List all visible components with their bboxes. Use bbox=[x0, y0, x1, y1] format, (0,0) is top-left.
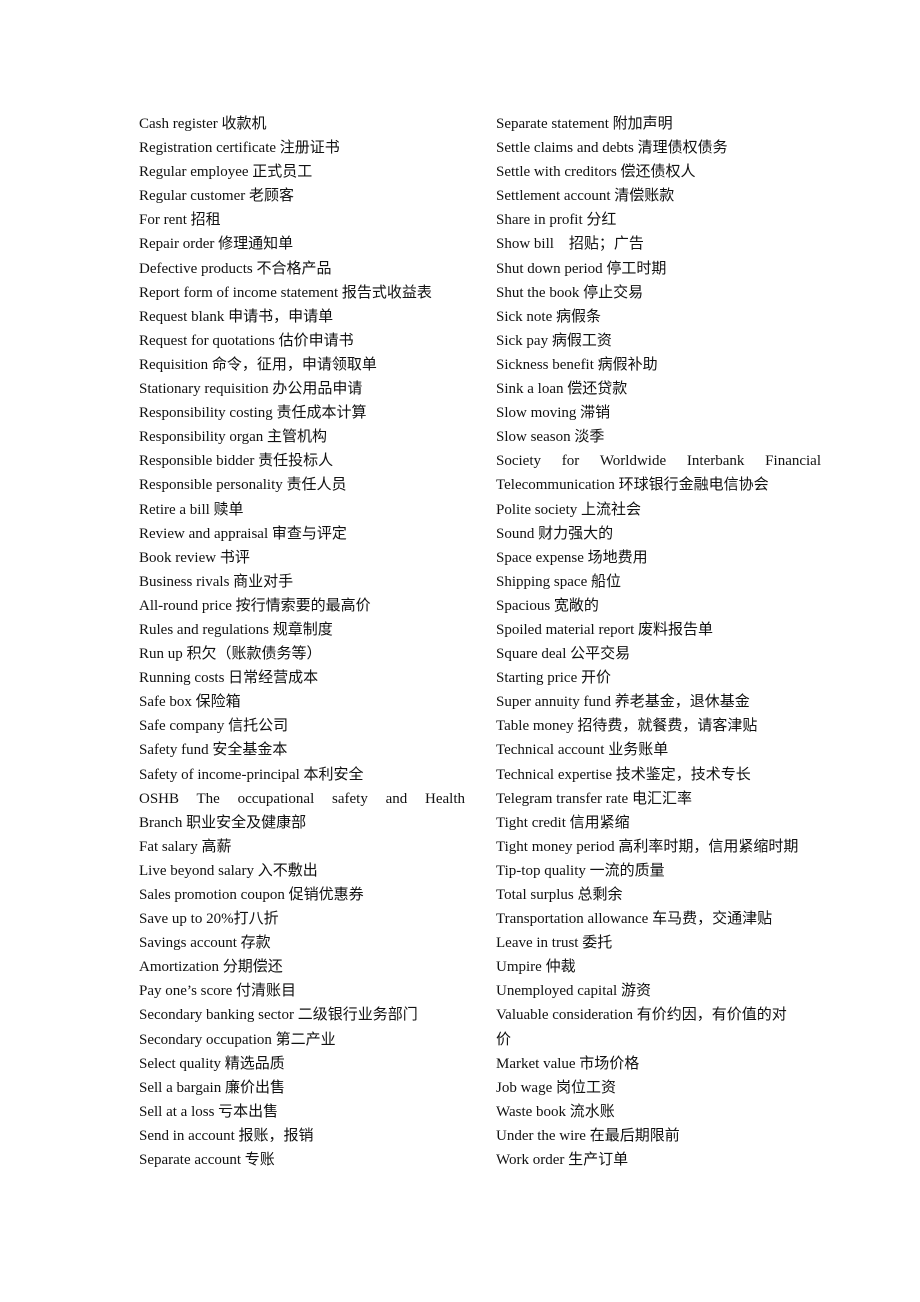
glossary-entry: Technical account 业务账单 bbox=[496, 742, 669, 759]
glossary-entry: Stationary requisition 办公用品申请 bbox=[139, 381, 363, 398]
glossary-entry: Settle with creditors 偿还债权人 bbox=[496, 164, 696, 181]
glossary-entry: Select quality 精选品质 bbox=[139, 1055, 285, 1072]
glossary-entry: Shut down period 停工时期 bbox=[496, 260, 667, 277]
glossary-entry: Sell at a loss 亏本出售 bbox=[139, 1103, 279, 1120]
glossary-entry: For rent 招租 bbox=[139, 212, 221, 229]
glossary-entry: Review and appraisal 审查与评定 bbox=[139, 525, 347, 542]
glossary-entry: Savings account 存款 bbox=[139, 935, 271, 952]
glossary-entry: Society for Worldwide Interbank Financia… bbox=[496, 453, 821, 470]
glossary-entry: Unemployed capital 游资 bbox=[496, 983, 651, 1000]
glossary-entry: Slow moving 滞销 bbox=[496, 405, 611, 422]
glossary-entry: Space expense 场地费用 bbox=[496, 549, 648, 566]
glossary-entry: Waste book 流水账 bbox=[496, 1103, 615, 1120]
glossary-entry: Cash register 收款机 bbox=[139, 116, 267, 132]
glossary-entry: Save up to 20%打八折 bbox=[139, 911, 279, 928]
glossary-entry: Pay one’s score 付清账目 bbox=[139, 983, 297, 1000]
glossary-entry: Spoiled material report 废料报告单 bbox=[496, 621, 714, 638]
glossary-entry: Sick pay 病假工资 bbox=[496, 332, 612, 349]
glossary-entry: Regular customer 老顾客 bbox=[139, 188, 294, 205]
glossary-entry: Job wage 岗位工资 bbox=[496, 1079, 616, 1096]
glossary-entry: Registration certificate 注册证书 bbox=[139, 140, 340, 157]
glossary-entry: Starting price 开价 bbox=[496, 670, 611, 687]
glossary-entry: Business rivals 商业对手 bbox=[139, 573, 294, 590]
glossary-entry: Tight money period 高利率时期，信用紧缩时期 bbox=[496, 838, 799, 855]
glossary-entry: Share in profit 分红 bbox=[496, 212, 617, 229]
glossary-entry: Tight credit 信用紧缩 bbox=[496, 814, 630, 831]
glossary-entry: Under the wire 在最后期限前 bbox=[496, 1127, 680, 1144]
glossary-entry: Work order 生产订单 bbox=[496, 1152, 629, 1169]
glossary-entry: Responsibility organ 主管机构 bbox=[139, 429, 328, 446]
glossary-entry: Run up 积欠（账款债务等） bbox=[139, 646, 322, 663]
glossary-entry: Safe box 保险箱 bbox=[139, 694, 241, 711]
glossary-entry: Rules and regulations 规章制度 bbox=[139, 621, 333, 638]
glossary-entry: Running costs 日常经营成本 bbox=[139, 670, 319, 687]
glossary-entry: Live beyond salary 入不敷出 bbox=[139, 862, 318, 879]
glossary-entry: Sink a loan 偿还贷款 bbox=[496, 381, 628, 398]
glossary-entry: Retire a bill 赎单 bbox=[139, 501, 244, 518]
glossary-entry: Spacious 宽敞的 bbox=[496, 597, 599, 614]
glossary-entry: Table money 招待费，就餐费，请客津贴 bbox=[496, 718, 758, 735]
glossary-entry: Umpire 仲裁 bbox=[496, 959, 576, 976]
glossary-entry: Total surplus 总剩余 bbox=[496, 887, 623, 903]
glossary-entry: Super annuity fund 养老基金，退休基金 bbox=[496, 694, 750, 711]
glossary-entry: Request for quotations 估价申请书 bbox=[139, 332, 354, 349]
glossary-entry: Amortization 分期偿还 bbox=[139, 959, 283, 976]
glossary-entry: Polite society 上流社会 bbox=[496, 501, 641, 518]
glossary-entry: Defective products 不合格产品 bbox=[139, 260, 332, 277]
left-column: Cash register 收款机 Registration certifica… bbox=[139, 112, 465, 1172]
glossary-entry: Technical expertise 技术鉴定，技术专长 bbox=[496, 766, 751, 783]
glossary-entry: Sickness benefit 病假补助 bbox=[496, 356, 658, 373]
glossary-entry: All-round price 按行情索要的最高价 bbox=[139, 597, 371, 614]
glossary-entry: Responsibility costing 责任成本计算 bbox=[139, 405, 367, 422]
glossary-entry: Settle claims and debts 清理债权债务 bbox=[496, 140, 728, 157]
glossary-entry: Shipping space 船位 bbox=[496, 573, 621, 590]
glossary-entry: OSHB The occupational safety and Health bbox=[139, 790, 465, 807]
glossary-entry: Sound 财力强大的 bbox=[496, 525, 614, 542]
glossary-entry: Responsible bidder 责任投标人 bbox=[139, 453, 334, 470]
glossary-entry: Safe company 信托公司 bbox=[139, 718, 289, 735]
glossary-entry: Sell a bargain 廉价出售 bbox=[139, 1079, 285, 1096]
glossary-entry: Valuable consideration 有价约因，有价值的对 bbox=[496, 1007, 787, 1024]
glossary-entry: Send in account 报账，报销 bbox=[139, 1127, 314, 1144]
glossary-entry: Tip-top quality 一流的质量 bbox=[496, 862, 665, 879]
glossary-entry: Requisition 命令，征用，申请领取单 bbox=[139, 356, 377, 373]
glossary-entry-continuation: Branch 职业安全及健康部 bbox=[139, 814, 307, 831]
glossary-entry: Repair order 修理通知单 bbox=[139, 236, 294, 253]
glossary-entry: Regular employee 正式员工 bbox=[139, 164, 313, 181]
glossary-entry: Separate statement 附加声明 bbox=[496, 116, 673, 132]
glossary-entry: Separate account 专账 bbox=[139, 1152, 275, 1169]
glossary-entry: Safety fund 安全基金本 bbox=[139, 742, 288, 759]
glossary-entry: Market value 市场价格 bbox=[496, 1055, 640, 1072]
glossary-entry: Request blank 申请书，申请单 bbox=[139, 308, 334, 325]
glossary-entry: Fat salary 高薪 bbox=[139, 838, 232, 855]
glossary-entry: Slow season 淡季 bbox=[496, 429, 605, 446]
glossary-entry: Book review 书评 bbox=[139, 549, 250, 566]
glossary-entry: Square deal 公平交易 bbox=[496, 646, 631, 663]
glossary-entry: Report form of income statement 报告式收益表 bbox=[139, 284, 432, 301]
glossary-entry: Responsible personality 责任人员 bbox=[139, 477, 347, 494]
right-column: Separate statement 附加声明 Settle claims an… bbox=[496, 112, 821, 1172]
glossary-entry: Shut the book 停止交易 bbox=[496, 284, 644, 301]
glossary-entry: Secondary banking sector 二级银行业务部门 bbox=[139, 1007, 418, 1024]
glossary-entry: Settlement account 清偿账款 bbox=[496, 188, 675, 205]
glossary-entry: Show bill 招贴；广告 bbox=[496, 236, 644, 253]
glossary-entry: Safety of income-principal 本利安全 bbox=[139, 766, 364, 783]
glossary-entry-continuation: Telecommunication 环球银行金融电信协会 bbox=[496, 477, 769, 494]
glossary-entry: Transportation allowance 车马费，交通津贴 bbox=[496, 911, 773, 928]
glossary-entry: Telegram transfer rate 电汇汇率 bbox=[496, 790, 692, 807]
document-page: Cash register 收款机 Registration certifica… bbox=[0, 0, 920, 1302]
glossary-entry: Leave in trust 委托 bbox=[496, 935, 613, 952]
glossary-entry: Sick note 病假条 bbox=[496, 308, 601, 325]
glossary-entry: Sales promotion coupon 促销优惠券 bbox=[139, 887, 364, 903]
glossary-entry: Secondary occupation 第二产业 bbox=[139, 1031, 336, 1048]
glossary-entry-continuation: 价 bbox=[496, 1031, 512, 1048]
